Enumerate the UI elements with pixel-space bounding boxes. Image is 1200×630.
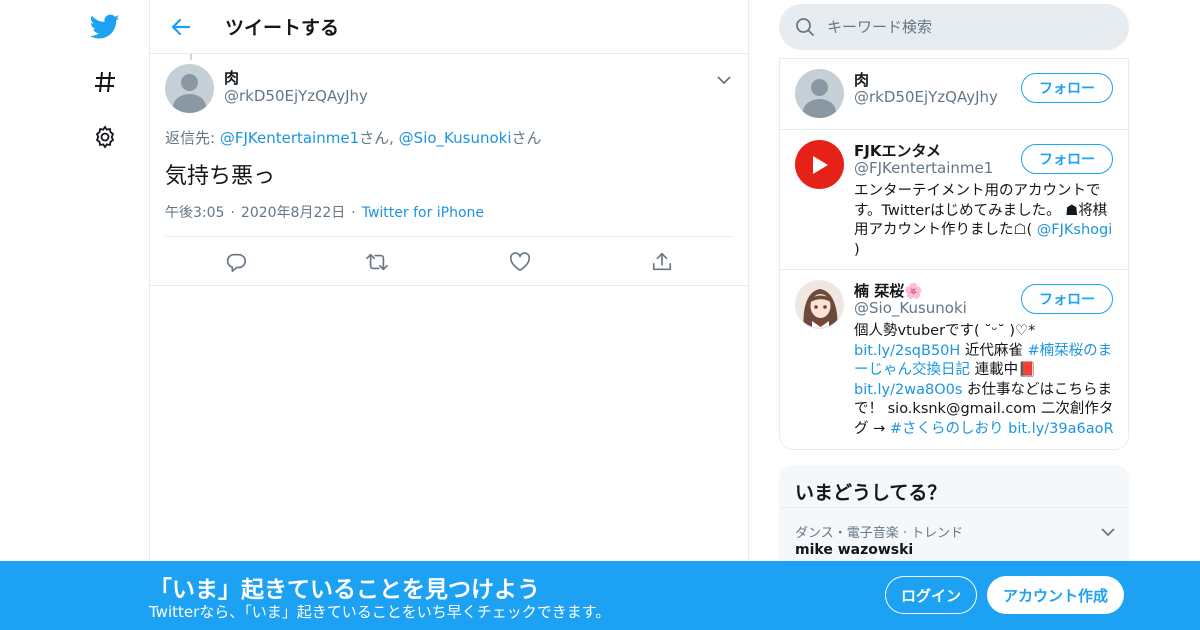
avatar[interactable] bbox=[795, 140, 844, 189]
bio-link[interactable]: @FJKshogi bbox=[1037, 222, 1112, 238]
who-to-follow-panel: 肉 @rkD50EjYzQAyJhy フォロー FJKエンタメ @FJKente… bbox=[779, 58, 1129, 450]
reply-user-link[interactable]: @FJKentertainme1 bbox=[220, 129, 359, 147]
user-handle[interactable]: @rkD50EjYzQAyJhy bbox=[854, 88, 998, 106]
tweet-source-link[interactable]: Twitter for iPhone bbox=[362, 205, 484, 221]
search-bar bbox=[779, 4, 1129, 50]
user-card[interactable]: 楠 栞桜🌸 @Sio_Kusunoki フォロー 個人勢vtuberです( ˘ᵕ… bbox=[780, 269, 1128, 449]
meta-separator: · bbox=[230, 205, 235, 221]
tweet-detail[interactable]: 肉 @rkD50EjYzQAyJhy 返信先: @FJKentertainme1… bbox=[150, 54, 748, 286]
follow-button[interactable]: フォロー bbox=[1021, 73, 1113, 103]
trend-item[interactable]: ダンス・電子音楽 · トレンド mike wazowski bbox=[779, 507, 1129, 567]
meta-separator: · bbox=[351, 205, 356, 221]
search-input[interactable] bbox=[827, 4, 1117, 50]
heart-icon[interactable] bbox=[507, 249, 533, 275]
gear-icon[interactable] bbox=[84, 116, 126, 158]
reply-to-line: 返信先: @FJKentertainme1さん, @Sio_Kusunokiさん bbox=[165, 127, 542, 148]
follow-button[interactable]: フォロー bbox=[1021, 284, 1113, 314]
trends-title: いまどうしてる？ bbox=[795, 482, 947, 504]
youtube-play-icon bbox=[795, 140, 844, 189]
user-handle[interactable]: @FJKentertainme1 bbox=[854, 159, 993, 177]
anime-portrait-avatar bbox=[795, 280, 844, 329]
user-bio: 個人勢vtuberです( ˘ᵕ˘ )♡* bit.ly/2sqB50H 近代麻雀… bbox=[854, 322, 1116, 439]
tweet-meta: 午後3:05 · 2020年8月22日 · Twitter for iPhone bbox=[165, 202, 484, 222]
user-card[interactable]: FJKエンタメ @FJKentertainme1 フォロー エンターテイメント用… bbox=[780, 129, 1128, 269]
reply-separator: さん, bbox=[359, 129, 399, 147]
chevron-down-icon[interactable] bbox=[714, 70, 734, 90]
user-name[interactable]: 肉 bbox=[854, 69, 869, 90]
banner-title: 「いま」起きていることを見つけよう bbox=[149, 577, 540, 603]
tweet-time[interactable]: 午後3:05 bbox=[165, 205, 224, 221]
reply-icon[interactable] bbox=[223, 249, 249, 275]
bio-text: 近代麻雀 bbox=[960, 342, 1028, 359]
bio-hashtag-link[interactable]: #さくらのしおり bbox=[890, 421, 1004, 437]
follow-button[interactable]: フォロー bbox=[1021, 144, 1113, 174]
reply-to-label: 返信先: bbox=[165, 129, 220, 147]
page-title: ツイートする bbox=[225, 17, 340, 39]
back-arrow-icon[interactable] bbox=[164, 10, 198, 44]
signup-button[interactable]: アカウント作成 bbox=[987, 576, 1124, 614]
avatar[interactable] bbox=[795, 280, 844, 329]
chevron-down-icon[interactable] bbox=[1101, 522, 1115, 541]
user-name[interactable]: 楠 栞桜🌸 bbox=[854, 280, 923, 301]
signup-banner: 「いま」起きていることを見つけよう Twitterなら、「いま」起きていることを… bbox=[0, 561, 1200, 630]
tweet-date[interactable]: 2020年8月22日 bbox=[241, 205, 345, 221]
bio-text: 連載中📕 bbox=[970, 362, 1037, 378]
bio-link[interactable]: bit.ly/2wa8O0s bbox=[854, 382, 962, 398]
user-handle[interactable]: @Sio_Kusunoki bbox=[854, 299, 967, 317]
twitter-bird-icon[interactable] bbox=[84, 6, 126, 48]
retweet-icon[interactable] bbox=[364, 249, 390, 275]
user-card[interactable]: 肉 @rkD50EjYzQAyJhy フォロー bbox=[780, 58, 1128, 129]
author-name[interactable]: 肉 bbox=[224, 67, 239, 88]
login-button[interactable]: ログイン bbox=[885, 576, 977, 614]
author-handle[interactable]: @rkD50EjYzQAyJhy bbox=[224, 87, 368, 105]
bio-text: ) bbox=[854, 241, 860, 258]
bio-text: 個人勢vtuberです( ˘ᵕ˘ )♡* bbox=[854, 323, 1036, 339]
main-column: ツイートする 肉 @rkD50EjYzQAyJhy 返信先: @FJKenter… bbox=[149, 0, 749, 630]
reply-user-link[interactable]: @Sio_Kusunoki bbox=[399, 129, 512, 147]
app-root: ツイートする 肉 @rkD50EjYzQAyJhy 返信先: @FJKenter… bbox=[0, 0, 1200, 630]
user-name[interactable]: FJKエンタメ bbox=[854, 140, 941, 161]
hashtag-icon[interactable] bbox=[84, 61, 126, 103]
tweet-actions bbox=[165, 236, 733, 286]
bio-link[interactable]: bit.ly/39a6aoR bbox=[1008, 421, 1113, 437]
tweet-text: 気持ち悪っ bbox=[165, 164, 276, 189]
avatar[interactable] bbox=[795, 69, 844, 118]
trend-context: ダンス・電子音楽 · トレンド bbox=[795, 526, 964, 541]
avatar[interactable] bbox=[165, 64, 214, 113]
thread-line bbox=[190, 54, 192, 60]
user-bio: エンターテイメント用のアカウントです。Twitterはじめてみました。 ☗将棋用… bbox=[854, 182, 1116, 260]
main-header: ツイートする bbox=[150, 0, 748, 54]
reply-suffix: さん bbox=[511, 129, 542, 147]
trend-name[interactable]: mike wazowski bbox=[795, 542, 913, 558]
left-nav bbox=[78, 0, 132, 630]
bio-link[interactable]: bit.ly/2sqB50H bbox=[854, 343, 960, 359]
search-icon bbox=[795, 17, 815, 41]
banner-subtitle: Twitterなら、「いま」起きていることをいち早くチェックできます。 bbox=[149, 603, 611, 621]
share-icon[interactable] bbox=[649, 249, 675, 275]
